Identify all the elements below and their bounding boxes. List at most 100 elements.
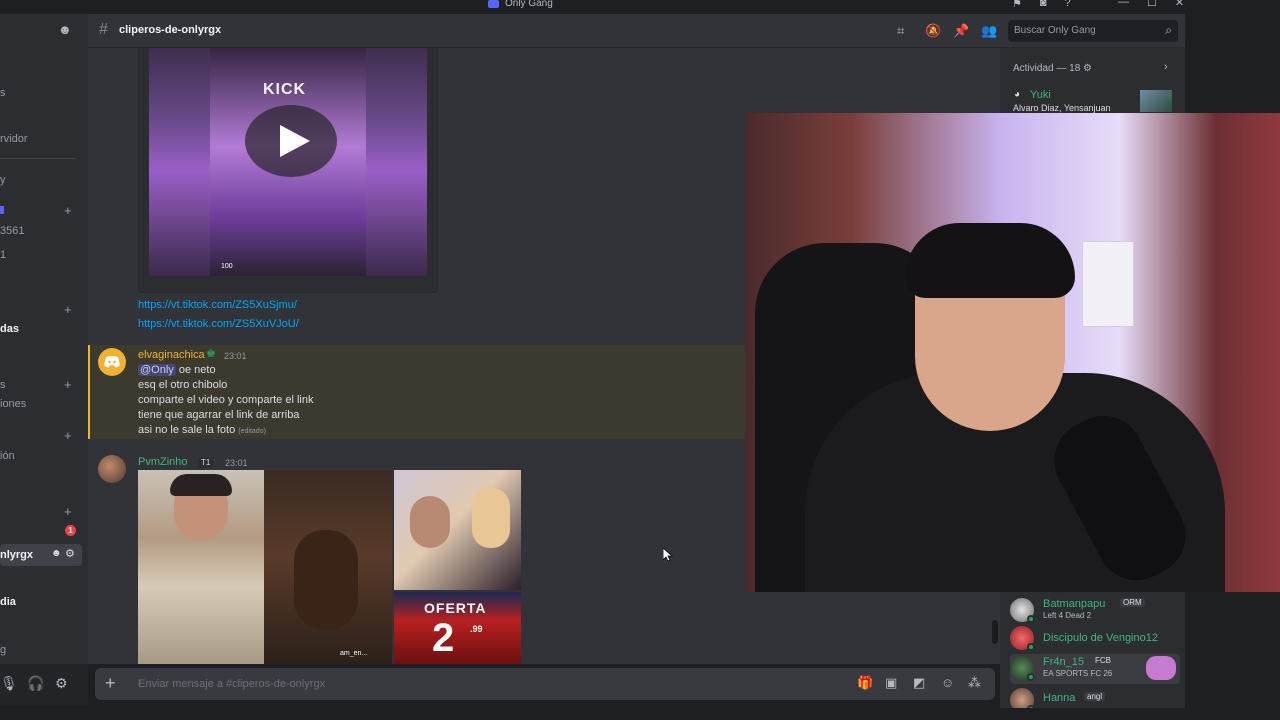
channel-header: # cliperos-de-onlyrgx ⌗ 🔕 📌 👥 Buscar Onl… [88, 14, 1185, 48]
mute-notifications-icon[interactable]: 🔕 [925, 23, 941, 39]
category-marker [0, 206, 4, 214]
headphones-icon[interactable]: 🎧 [27, 675, 44, 692]
member-item[interactable]: Hanna angl [1010, 686, 1180, 708]
chevron-right-icon[interactable]: › [1164, 61, 1168, 73]
sidebar-item-fragment[interactable]: das [0, 323, 19, 335]
add-attachment-icon[interactable]: + [105, 673, 116, 694]
video-caption: KICK [263, 81, 307, 98]
add-channel-icon[interactable]: + [64, 428, 72, 443]
add-friend-icon[interactable]: ☻ [58, 22, 72, 37]
add-channel-icon[interactable]: + [64, 302, 72, 317]
verified-badge-icon: ♚ [206, 348, 216, 360]
avatar[interactable] [98, 348, 126, 376]
sidebar-item-fragment[interactable]: s [0, 379, 6, 391]
sticker-icon[interactable]: ◩ [913, 675, 925, 691]
image-face [294, 530, 358, 630]
activity-thumbnail [1140, 90, 1172, 112]
activity-icon: ◕ [1014, 89, 1021, 100]
online-status-icon [1027, 673, 1035, 681]
sidebar-item-fragment[interactable]: 3561 [0, 225, 24, 237]
member-name: Yuki [1030, 89, 1051, 101]
message-text: oe neto [178, 364, 216, 376]
user-settings-icon[interactable]: ⚙ [55, 675, 68, 692]
online-status-icon [1027, 643, 1035, 651]
pin-icon[interactable]: 📌 [953, 23, 969, 39]
window-title-text: Only Gang [505, 0, 553, 9]
member-name: Discipulo de Vengino12 [1043, 632, 1158, 644]
streamer-hair [905, 223, 1075, 298]
user-mention[interactable]: @Only [138, 364, 176, 376]
attached-image[interactable]: OFERTA 2 .99 [394, 592, 521, 664]
message-timestamp: 23:01 [224, 351, 247, 361]
threads-icon[interactable]: ⌗ [897, 23, 904, 39]
user-tag: T1 [198, 457, 214, 468]
image-label: .99 [470, 624, 483, 634]
tiktok-link[interactable]: https://vt.tiktok.com/ZS5XuVJoU/ [138, 318, 299, 330]
search-box[interactable]: Buscar Only Gang ⌕ [1008, 20, 1178, 42]
microphone-icon[interactable]: 🎙 [0, 675, 18, 692]
sidebar-item-fragment[interactable]: ión [0, 450, 15, 462]
help-icon[interactable]: ? [1065, 0, 1071, 10]
attached-image[interactable] [394, 470, 521, 590]
sidebar-item-fragment[interactable]: rvidor [0, 133, 28, 145]
settings-icon[interactable]: ⚙ [65, 547, 75, 560]
message-line: esq el otro chibolo [138, 379, 228, 391]
member-status: Alvaro Diaz, Yensanjuan [1013, 103, 1111, 113]
add-channel-icon[interactable]: + [64, 377, 72, 392]
gift-icon[interactable]: 🎁 [857, 675, 873, 691]
member-item[interactable]: Batmanpapu ORM Left 4 Dead 2 [1010, 596, 1180, 626]
member-status: EA SPORTS FC 26 [1043, 669, 1113, 678]
member-item[interactable]: Fr4n_15 FCB EA SPORTS FC 26 [1010, 654, 1180, 684]
image-label: OFERTA [424, 600, 487, 616]
channel-sidebar: ☻ s rvidor y + 3561 1 + das s + iones + … [0, 14, 88, 664]
video-embed[interactable]: KICK 100 [138, 48, 438, 293]
close-button[interactable]: ✕ [1175, 0, 1184, 9]
channel-hash-icon: # [99, 21, 108, 38]
sidebar-item-fragment[interactable]: g [0, 644, 6, 656]
message-line: @Only oe neto [138, 364, 216, 376]
add-channel-icon[interactable]: + [64, 203, 72, 218]
channel-name: cliperos-de-onlyrgx [119, 24, 222, 36]
invite-icon[interactable]: ☻ [51, 548, 62, 559]
minimize-button[interactable]: — [1118, 0, 1129, 9]
notification-icon[interactable]: ◙ [1040, 0, 1047, 10]
webcam-overlay [745, 113, 1280, 592]
activity-settings-icon[interactable]: ⚙ [1083, 63, 1092, 74]
video-thumbnail[interactable]: KICK 100 [149, 48, 427, 276]
add-channel-icon[interactable]: + [64, 504, 72, 519]
sidebar-item-fragment[interactable]: s [0, 87, 6, 99]
message-timestamp: 23:01 [225, 458, 248, 468]
message-scrollbar[interactable] [992, 620, 998, 644]
member-tag: ORM [1120, 598, 1145, 607]
sidebar-item-fragment[interactable]: y [0, 174, 6, 186]
message-line: tiene que agarrar el link de arriba [138, 409, 300, 421]
member-list-icon[interactable]: 👥 [981, 23, 997, 39]
message-username[interactable]: PvmZinho [138, 456, 188, 468]
tiktok-link[interactable]: https://vt.tiktok.com/ZS5XuSjmu/ [138, 299, 297, 311]
edited-label: (editado) [238, 428, 266, 435]
sidebar-item-fragment[interactable]: dia [0, 596, 16, 608]
inbox-icon[interactable]: ⚑ [1012, 0, 1022, 10]
message-input[interactable]: + Enviar mensaje a #cliperos-de-onlyrgx … [95, 668, 995, 700]
sidebar-divider [0, 158, 76, 159]
mouse-cursor-icon [663, 548, 673, 562]
message-username[interactable]: elvaginachica [138, 349, 205, 361]
sidebar-item-fragment[interactable]: iones [0, 398, 26, 410]
activity-label: Actividad — 18 [1013, 63, 1081, 74]
member-item[interactable]: Discipulo de Vengino12 [1010, 624, 1180, 654]
gif-icon[interactable]: ▣ [885, 675, 897, 691]
image-hair [170, 474, 232, 496]
apps-icon[interactable]: ⁂ [968, 675, 981, 691]
sidebar-item-fragment[interactable]: 1 [0, 249, 6, 261]
wall-poster [1082, 241, 1134, 327]
activity-header: Actividad — 18 ⚙ [1013, 63, 1092, 74]
attached-image[interactable]: am_en... [264, 470, 392, 664]
sidebar-item-current-channel[interactable]: nlyrgx [0, 549, 33, 561]
avatar[interactable] [98, 455, 126, 483]
member-name: Batmanpapu [1043, 598, 1106, 610]
maximize-button[interactable]: ☐ [1147, 0, 1157, 9]
attached-image[interactable] [138, 470, 264, 664]
image-face [472, 488, 510, 548]
emoji-icon[interactable]: ☺ [941, 675, 954, 690]
play-button[interactable] [245, 105, 337, 177]
